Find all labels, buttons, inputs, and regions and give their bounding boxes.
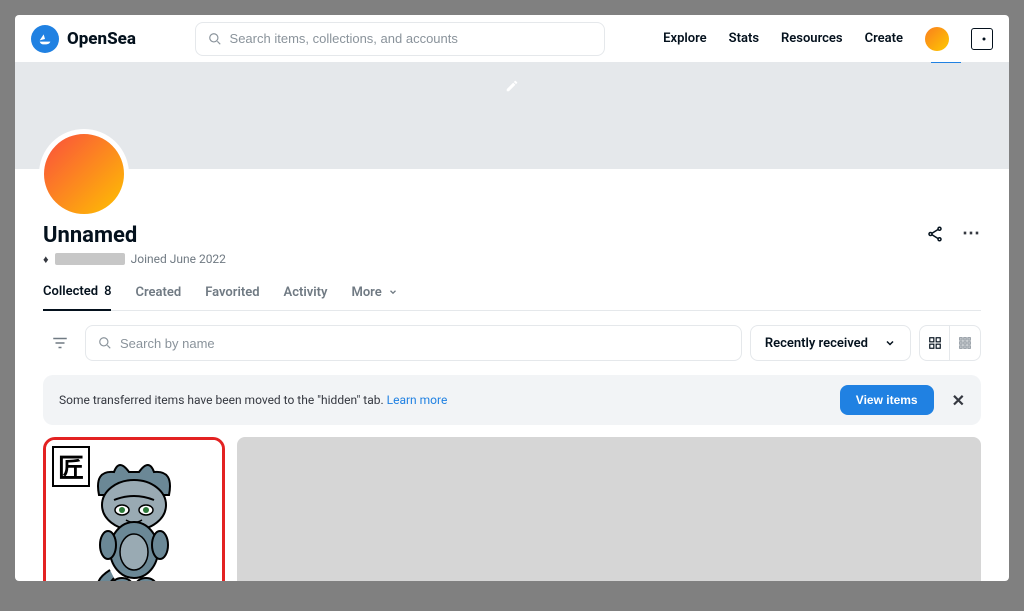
search-icon bbox=[208, 32, 222, 46]
nft-card[interactable]: 匠 bbox=[43, 437, 225, 581]
tab-collected[interactable]: Collected 8 bbox=[43, 284, 111, 311]
nav-create[interactable]: Create bbox=[865, 31, 903, 46]
edit-cover-icon[interactable] bbox=[505, 79, 519, 93]
tab-more-label: More bbox=[351, 285, 381, 300]
name-search[interactable] bbox=[85, 325, 742, 361]
learn-more-link[interactable]: Learn more bbox=[387, 393, 448, 407]
logo[interactable]: OpenSea bbox=[31, 25, 136, 53]
account-avatar[interactable] bbox=[925, 27, 949, 51]
hidden-items-banner: Some transferred items have been moved t… bbox=[43, 375, 981, 425]
name-search-input[interactable] bbox=[120, 336, 729, 351]
nav-links: Explore Stats Resources Create bbox=[663, 27, 993, 51]
view-toggle bbox=[919, 325, 981, 361]
banner-text: Some transferred items have been moved t… bbox=[59, 393, 447, 407]
wallet-address-redacted bbox=[55, 253, 125, 265]
wallet-icon[interactable] bbox=[971, 28, 993, 50]
sort-dropdown[interactable]: Recently received bbox=[750, 325, 911, 361]
nav-resources[interactable]: Resources bbox=[781, 31, 843, 46]
view-items-button[interactable]: View items bbox=[840, 385, 934, 415]
close-icon[interactable]: ✕ bbox=[952, 391, 965, 410]
global-search-input[interactable] bbox=[230, 31, 592, 46]
search-icon bbox=[98, 336, 112, 350]
placeholder-card bbox=[237, 437, 981, 581]
header: OpenSea Explore Stats Resources Create bbox=[15, 15, 1009, 63]
search-container bbox=[136, 22, 663, 56]
tab-more[interactable]: More bbox=[351, 284, 397, 310]
kanji-badge: 匠 bbox=[52, 446, 90, 487]
joined-date: Joined June 2022 bbox=[131, 252, 226, 266]
opensea-logo-icon bbox=[31, 25, 59, 53]
grid-large-icon[interactable] bbox=[920, 326, 950, 360]
more-icon[interactable]: ⋯ bbox=[962, 223, 981, 244]
cover-banner[interactable] bbox=[15, 63, 1009, 169]
username: Unnamed bbox=[43, 223, 226, 248]
nft-image: 匠 bbox=[46, 440, 222, 581]
profile-actions: ⋯ bbox=[926, 223, 981, 244]
profile-avatar[interactable] bbox=[39, 129, 129, 219]
eth-icon: ♦ bbox=[43, 253, 49, 266]
global-search[interactable] bbox=[195, 22, 605, 56]
tab-collected-label: Collected bbox=[43, 284, 98, 299]
filter-controls: Recently received bbox=[43, 311, 981, 375]
share-icon[interactable] bbox=[926, 225, 944, 243]
profile-tabs: Collected 8 Created Favorited Activity M… bbox=[43, 284, 981, 311]
tab-collected-count: 8 bbox=[104, 284, 111, 299]
tab-favorited[interactable]: Favorited bbox=[205, 284, 259, 310]
profile-body: Unnamed ♦ Joined June 2022 ⋯ Collected 8… bbox=[15, 169, 1009, 581]
chevron-down-icon bbox=[388, 287, 398, 297]
profile-header: Unnamed ♦ Joined June 2022 ⋯ bbox=[43, 223, 981, 266]
sort-label: Recently received bbox=[765, 336, 868, 351]
app-frame: OpenSea Explore Stats Resources Create bbox=[15, 15, 1009, 581]
tab-activity[interactable]: Activity bbox=[284, 284, 328, 310]
items-grid: 匠 bbox=[43, 437, 981, 581]
tab-created[interactable]: Created bbox=[135, 284, 181, 310]
nav-stats[interactable]: Stats bbox=[729, 31, 759, 46]
chevron-down-icon bbox=[884, 337, 896, 349]
profile-meta: ♦ Joined June 2022 bbox=[43, 252, 226, 266]
nav-explore[interactable]: Explore bbox=[663, 31, 707, 46]
grid-small-icon[interactable] bbox=[950, 326, 980, 360]
brand-name: OpenSea bbox=[67, 29, 136, 49]
filter-toggle-icon[interactable] bbox=[43, 326, 77, 360]
